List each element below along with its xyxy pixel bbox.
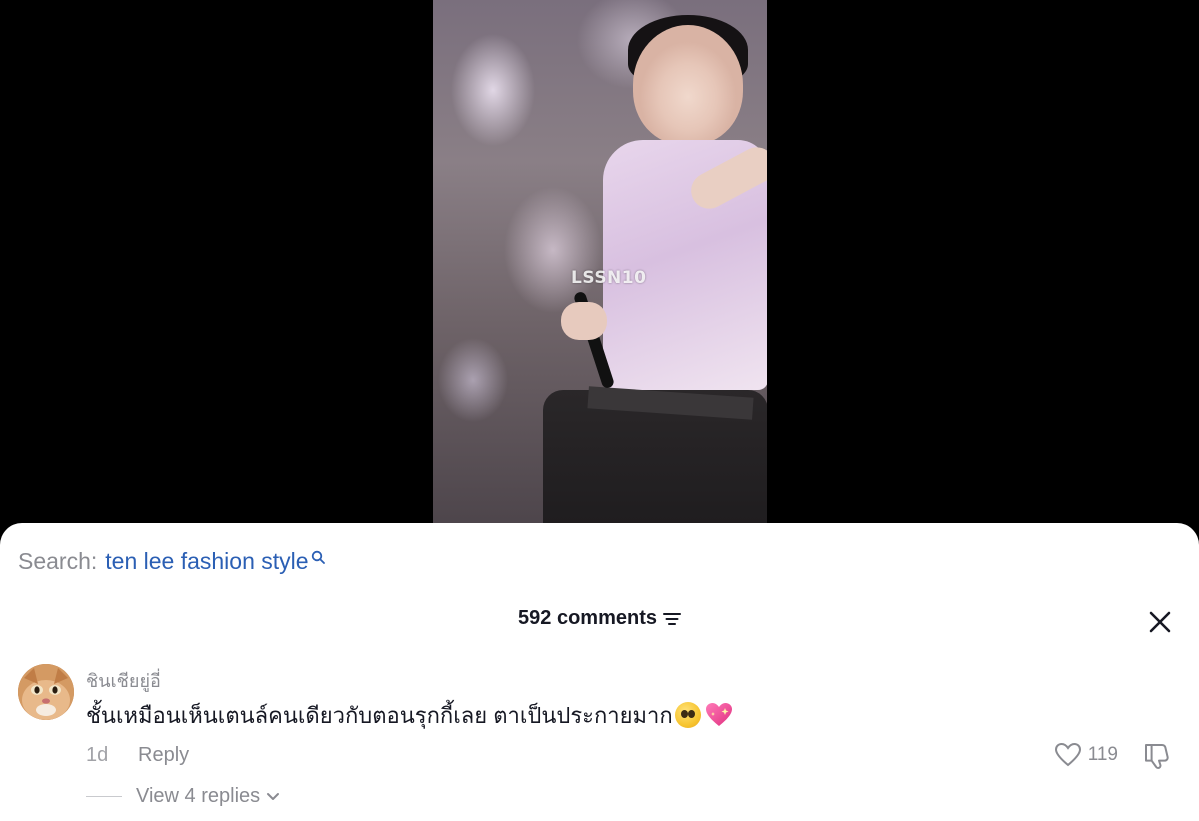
- comment-username[interactable]: ชินเชียยู่อี่: [86, 666, 161, 695]
- avatar[interactable]: [18, 664, 74, 720]
- video-frame-detail: [633, 25, 743, 145]
- comment-text: ชั้นเหมือนเห็นเตนล์คนเดียวกับตอนรุกกี้เล…: [86, 703, 673, 728]
- search-icon[interactable]: [311, 550, 325, 564]
- reply-button[interactable]: Reply: [138, 744, 189, 767]
- comments-count: 592 comments: [518, 607, 657, 629]
- sparkling-heart-emoji: [705, 703, 732, 726]
- like-button[interactable]: 119: [1054, 742, 1118, 768]
- replies-divider: [86, 796, 122, 797]
- like-count: 119: [1087, 744, 1118, 765]
- comment-meta: 1d Reply: [86, 744, 189, 767]
- search-query-link[interactable]: ten lee fashion style: [105, 548, 308, 575]
- search-suggestion[interactable]: Search: ten lee fashion style: [18, 547, 325, 575]
- comment-body: ชั้นเหมือนเห็นเตนล์คนเดียวกับตอนรุกกี้เล…: [86, 698, 733, 733]
- search-label: Search:: [18, 547, 98, 574]
- dislike-icon[interactable]: [1142, 742, 1172, 770]
- pleading-face-emoji: [674, 702, 701, 728]
- close-icon[interactable]: [1147, 609, 1173, 635]
- comments-sort-toggle[interactable]: 592 comments: [518, 607, 681, 630]
- filter-icon[interactable]: [662, 611, 681, 627]
- app-root: LSSN10 Search: ten lee fashion style 592…: [0, 0, 1199, 821]
- video-player[interactable]: LSSN10: [433, 0, 767, 540]
- comment-time: 1d: [86, 744, 109, 766]
- heart-icon[interactable]: [1054, 742, 1082, 768]
- comments-sheet: Search: ten lee fashion style 592 commen…: [0, 523, 1199, 821]
- view-replies-button[interactable]: View 4 replies: [86, 785, 280, 808]
- video-watermark: LSSN10: [571, 268, 647, 288]
- view-replies-label: View 4 replies: [136, 785, 261, 807]
- comments-header: 592 comments: [0, 607, 1199, 630]
- avatar-cat-image: [18, 664, 74, 720]
- video-frame-detail: [561, 302, 607, 340]
- chevron-down-icon: [267, 792, 280, 800]
